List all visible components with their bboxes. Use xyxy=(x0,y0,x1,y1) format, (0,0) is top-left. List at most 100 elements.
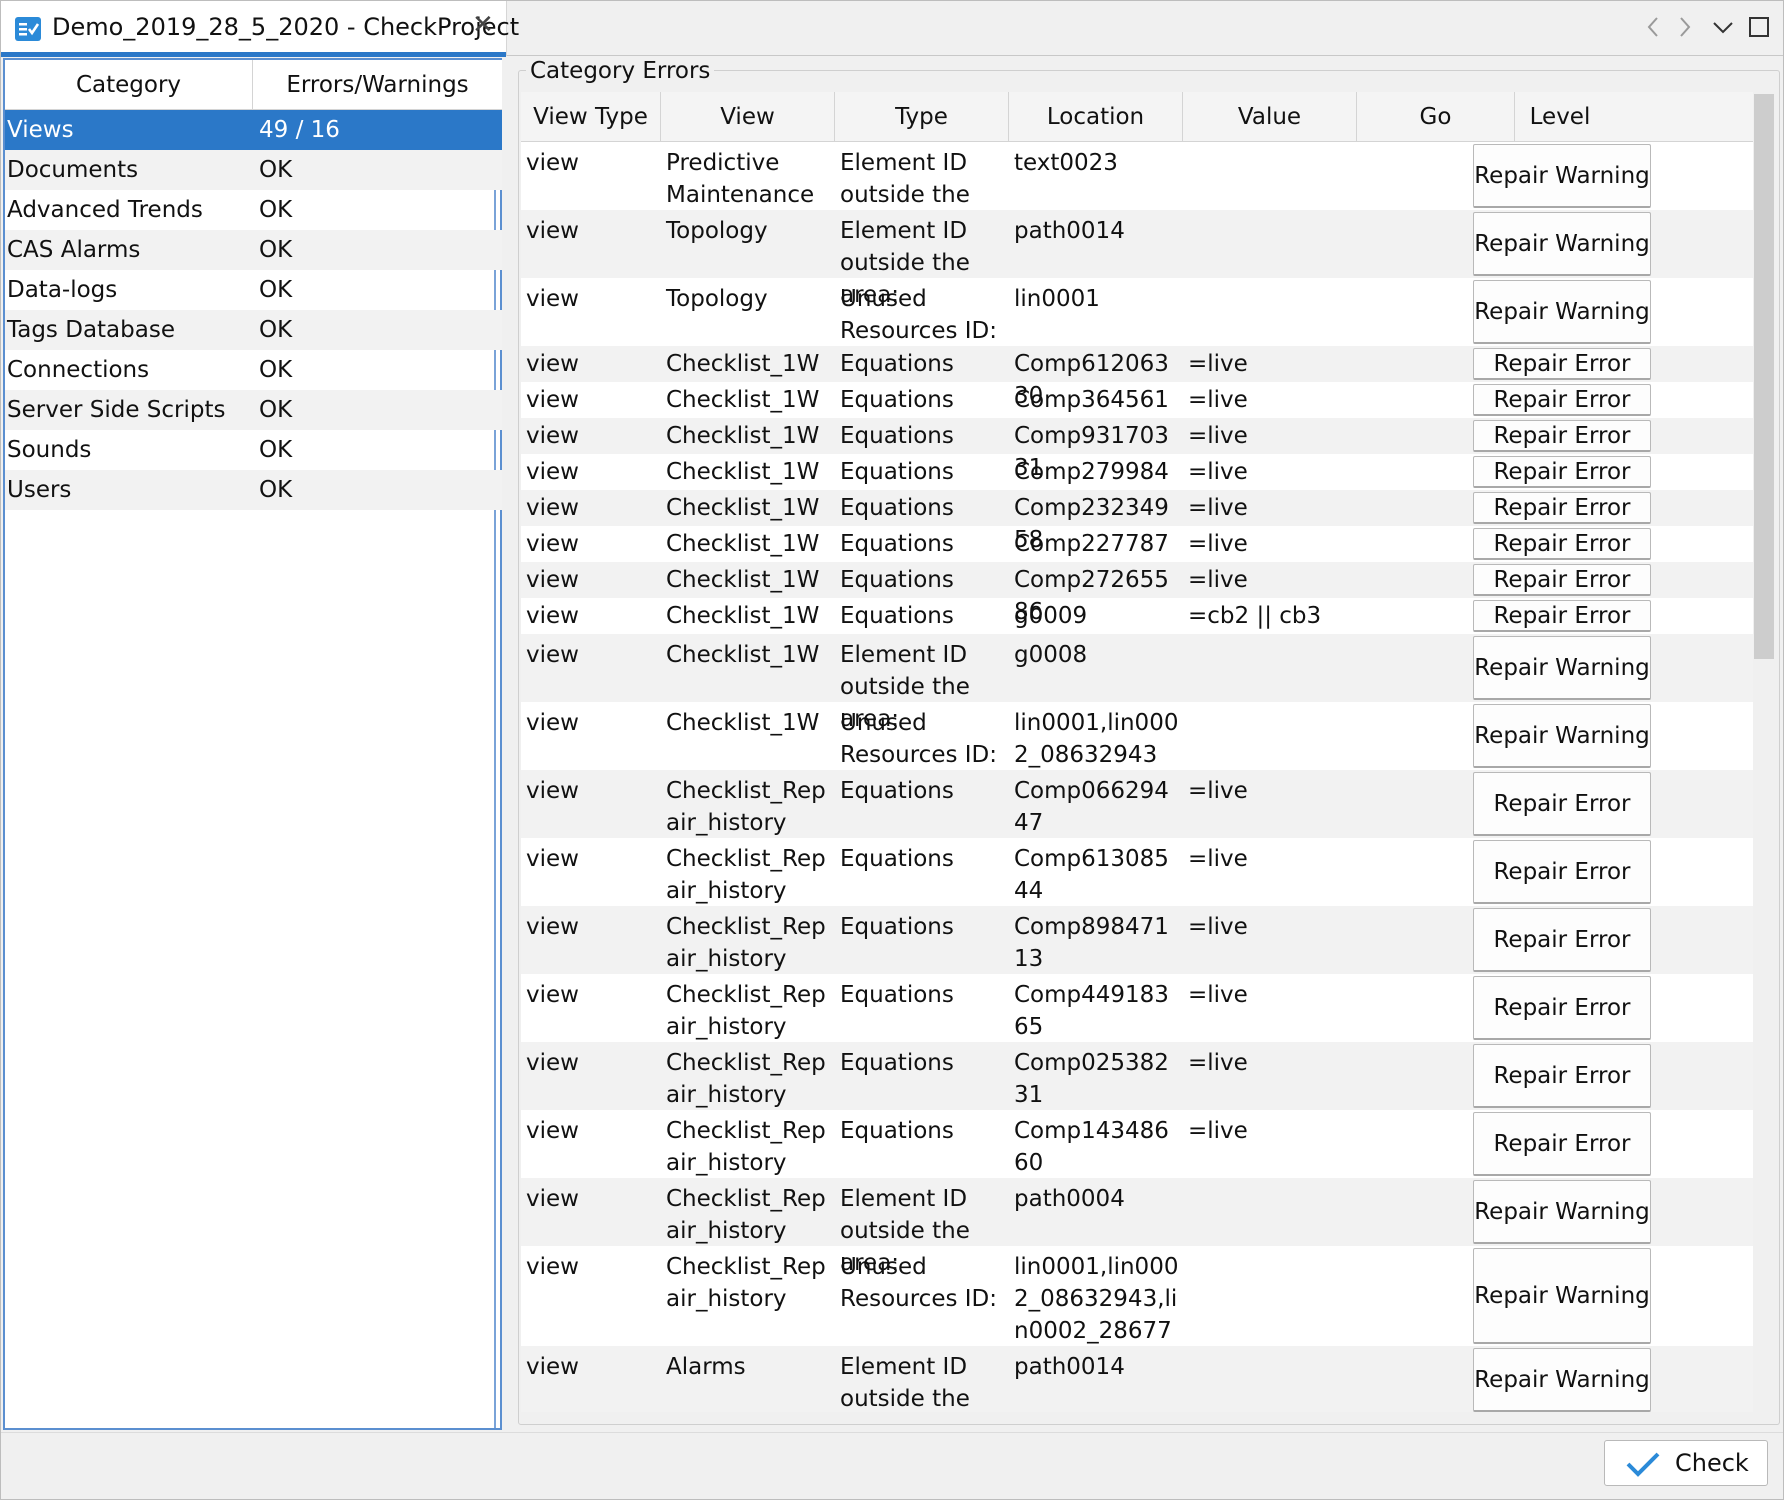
column-header-view[interactable]: View xyxy=(661,92,835,142)
cell-value: =live xyxy=(1188,423,1248,449)
repair-error-button[interactable]: Repair Error xyxy=(1473,1112,1651,1176)
category-status: OK xyxy=(259,317,293,343)
maximize-icon[interactable] xyxy=(1744,12,1774,42)
table-row: view Topology Unused Resources ID: lin0001 R… xyxy=(521,278,1753,346)
column-header-errors-warnings[interactable]: Errors/Warnings xyxy=(253,60,502,110)
category-row[interactable]: Server Side Scripts OK xyxy=(5,390,502,430)
category-name: Views xyxy=(7,117,74,143)
category-status: OK xyxy=(259,237,293,263)
category-name: Users xyxy=(7,477,72,503)
cell-view: Checklist_Repair_history xyxy=(666,982,826,1040)
scrollbar-thumb[interactable] xyxy=(1754,94,1774,659)
column-header-level[interactable]: Level xyxy=(1515,92,1605,142)
cell-location: Comp44918365 xyxy=(1014,982,1169,1040)
category-name: Data-logs xyxy=(7,277,118,303)
cell-type: Unused Resources ID: xyxy=(840,1254,998,1312)
repair-error-button[interactable]: Repair Error xyxy=(1473,348,1651,380)
repair-error-button[interactable]: Repair Error xyxy=(1473,908,1651,972)
column-header-view-type[interactable]: View Type xyxy=(521,92,661,142)
chevron-down-icon[interactable] xyxy=(1708,12,1738,42)
table-row: view Topology Element ID outside the area:… xyxy=(521,210,1753,308)
cell-view-type: view xyxy=(526,1254,579,1280)
repair-warning-button[interactable]: Repair Warning xyxy=(1473,1180,1651,1244)
cell-view-type: view xyxy=(526,914,579,940)
cell-type: Equations xyxy=(840,459,954,485)
category-row[interactable]: Documents OK xyxy=(5,150,502,190)
repair-warning-button[interactable]: Repair Warning xyxy=(1473,144,1651,208)
tab-checkproject[interactable]: Demo_2019_28_5_2020 - CheckProject ✕ xyxy=(0,0,519,57)
category-row[interactable]: Users OK xyxy=(5,470,502,510)
category-name: Connections xyxy=(7,357,150,383)
table-row: view Checklist_Repair_history Equations Com… xyxy=(521,1110,1753,1178)
cell-view-type: view xyxy=(526,286,579,312)
cell-view: Checklist_Repair_history xyxy=(666,914,826,972)
column-header-value[interactable]: Value xyxy=(1183,92,1357,142)
check-button[interactable]: Check xyxy=(1604,1440,1768,1486)
repair-error-button[interactable]: Repair Error xyxy=(1473,492,1651,524)
tab-bar: Demo_2019_28_5_2020 - CheckProject ✕ xyxy=(0,0,1784,57)
repair-error-button[interactable]: Repair Error xyxy=(1473,564,1651,596)
column-header-type[interactable]: Type xyxy=(835,92,1009,142)
table-row: viewChecklist_1WEquationsComp27998403=li… xyxy=(521,454,1753,517)
repair-error-button[interactable]: Repair Error xyxy=(1473,772,1651,836)
close-icon[interactable]: ✕ xyxy=(472,10,494,40)
table-row: view Checklist_1W Equations g0009 =cb2 || cb… xyxy=(521,598,1753,634)
cell-type: Equations xyxy=(840,495,954,521)
column-header-location[interactable]: Location xyxy=(1009,92,1183,142)
repair-error-button[interactable]: Repair Error xyxy=(1473,976,1651,1040)
cell-location: Comp06629447 xyxy=(1014,778,1169,836)
cell-view-type: view xyxy=(526,642,579,668)
repair-error-button[interactable]: Repair Error xyxy=(1473,384,1651,416)
table-row: view Checklist_1W Equations Comp23234958 =li… xyxy=(521,490,1753,553)
cell-type: Equations xyxy=(840,351,954,377)
category-status: OK xyxy=(259,477,293,503)
category-row[interactable]: Connections OK xyxy=(5,350,502,390)
repair-warning-button[interactable]: Repair Warning xyxy=(1473,636,1651,700)
cell-view-type: view xyxy=(526,423,579,449)
repair-error-button[interactable]: Repair Error xyxy=(1473,528,1651,560)
chevron-left-icon[interactable] xyxy=(1638,12,1668,42)
footer-divider xyxy=(0,1432,1784,1433)
repair-error-button[interactable]: Repair Error xyxy=(1473,420,1651,452)
repair-error-button[interactable]: Repair Error xyxy=(1473,600,1651,632)
cell-view: Checklist_1W xyxy=(666,495,820,521)
cell-view: Checklist_Repair_history xyxy=(666,1254,826,1312)
column-header-category[interactable]: Category xyxy=(5,60,253,110)
cell-location: Comp89847113 xyxy=(1014,914,1169,972)
table-row: view Checklist_Repair_history Element ID o… xyxy=(521,1178,1753,1276)
cell-view: Checklist_Repair_history xyxy=(666,1050,826,1108)
cell-type: Element ID outside the area: xyxy=(840,1354,970,1412)
repair-warning-button[interactable]: Repair Warning xyxy=(1473,1248,1651,1344)
repair-error-button[interactable]: Repair Error xyxy=(1473,1044,1651,1108)
category-row[interactable]: Tags Database OK xyxy=(5,310,502,350)
category-status: OK xyxy=(259,277,293,303)
category-row[interactable]: Data-logs OK xyxy=(5,270,502,310)
category-row[interactable]: Sounds OK xyxy=(5,430,502,470)
category-row[interactable]: Views 49 / 16 xyxy=(5,110,502,150)
chevron-right-icon[interactable] xyxy=(1670,12,1700,42)
cell-type: Equations xyxy=(840,531,954,557)
category-status: OK xyxy=(259,197,293,223)
repair-warning-button[interactable]: Repair Warning xyxy=(1473,704,1651,768)
errors-table: View Type View Type Location Value Go Le… xyxy=(521,92,1753,1412)
repair-error-button[interactable]: Repair Error xyxy=(1473,840,1651,904)
cell-view: Checklist_1W xyxy=(666,710,820,736)
category-panel: Category Errors/Warnings Views 49 / 16 Doc… xyxy=(3,58,502,1430)
category-status: OK xyxy=(259,397,293,423)
category-row[interactable]: CAS Alarms OK xyxy=(5,230,502,270)
cell-type: Equations xyxy=(840,1118,954,1144)
cell-type: Equations xyxy=(840,982,954,1008)
repair-warning-button[interactable]: Repair Warning xyxy=(1473,280,1651,344)
category-row[interactable]: Advanced Trends OK xyxy=(5,190,502,230)
repair-error-button[interactable]: Repair Error xyxy=(1473,456,1651,488)
column-header-go[interactable]: Go xyxy=(1357,92,1515,142)
cell-view: Checklist_1W xyxy=(666,603,820,629)
cell-view-type: view xyxy=(526,387,579,413)
repair-warning-button[interactable]: Repair Warning xyxy=(1473,212,1651,276)
cell-view-type: view xyxy=(526,351,579,377)
cell-type: Equations xyxy=(840,1050,954,1076)
tab-title: Demo_2019_28_5_2020 - CheckProject xyxy=(52,13,520,41)
cell-type: Equations xyxy=(840,914,954,940)
cell-value: =live xyxy=(1188,531,1248,557)
repair-warning-button[interactable]: Repair Warning xyxy=(1473,1348,1651,1412)
